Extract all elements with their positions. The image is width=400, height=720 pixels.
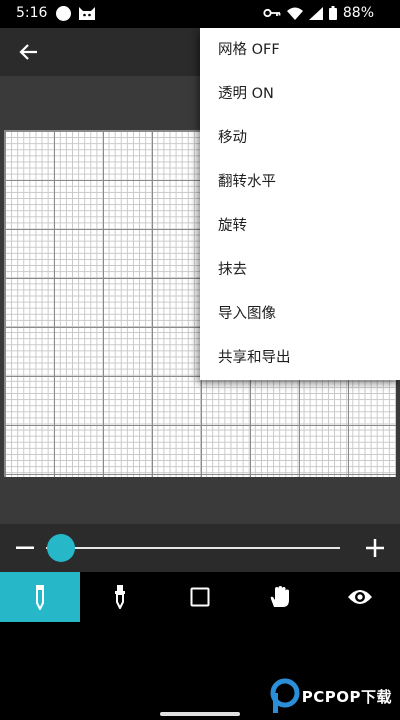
rectangle-tool-button[interactable] (160, 572, 240, 622)
plus-icon (366, 539, 384, 557)
slider-thumb[interactable] (46, 534, 75, 562)
square-icon (190, 587, 210, 607)
status-icons: 88% (263, 5, 374, 21)
dropper-tool-button[interactable] (80, 572, 160, 622)
menu-item-share-export[interactable]: 共享和导出 (200, 336, 400, 380)
status-time: 5:16 (16, 5, 48, 21)
menu-item-flip-horizontal[interactable]: 翻转水平 (200, 160, 400, 204)
decrease-button[interactable] (12, 536, 38, 560)
navigation-area: PCPOP下载 (0, 622, 400, 720)
slider-track[interactable] (46, 547, 340, 549)
overflow-menu: 网格 OFF 透明 ON 移动 翻转水平 旋转 抹去 导入图像 共享和导出 (200, 28, 400, 380)
eye-icon (348, 590, 372, 604)
menu-item-transparent[interactable]: 透明 ON (200, 72, 400, 116)
hand-tool-button[interactable] (240, 572, 320, 622)
hand-icon (270, 586, 289, 607)
menu-item-grid[interactable]: 网格 OFF (200, 28, 400, 72)
back-button[interactable] (12, 36, 46, 68)
tool-bar (0, 572, 400, 622)
arrow-back-icon (19, 44, 37, 60)
menu-item-erase[interactable]: 抹去 (200, 248, 400, 292)
increase-button[interactable] (362, 536, 388, 560)
pencil-icon (36, 585, 44, 610)
status-bar: 5:16 88% (0, 0, 400, 28)
preview-tool-button[interactable] (320, 572, 400, 622)
battery-level: 88% (342, 5, 374, 21)
size-slider-row (0, 524, 400, 572)
battery-icon (328, 6, 337, 20)
wifi-icon (286, 7, 303, 20)
minus-icon (16, 546, 34, 549)
circle-notification-icon (56, 6, 71, 21)
dropper-icon (115, 585, 125, 609)
pencil-tool-button[interactable] (0, 572, 80, 622)
menu-item-import-image[interactable]: 导入图像 (200, 292, 400, 336)
key-icon (263, 7, 281, 19)
home-indicator[interactable] (160, 712, 240, 716)
watermark-text: PCPOP下载 (301, 687, 392, 706)
menu-item-move[interactable]: 移动 (200, 116, 400, 160)
cat-notification-icon (78, 5, 96, 21)
pcpop-logo-icon (270, 678, 300, 713)
watermark: PCPOP下载 (270, 678, 392, 714)
menu-item-rotate[interactable]: 旋转 (200, 204, 400, 248)
signal-icon (308, 6, 323, 20)
